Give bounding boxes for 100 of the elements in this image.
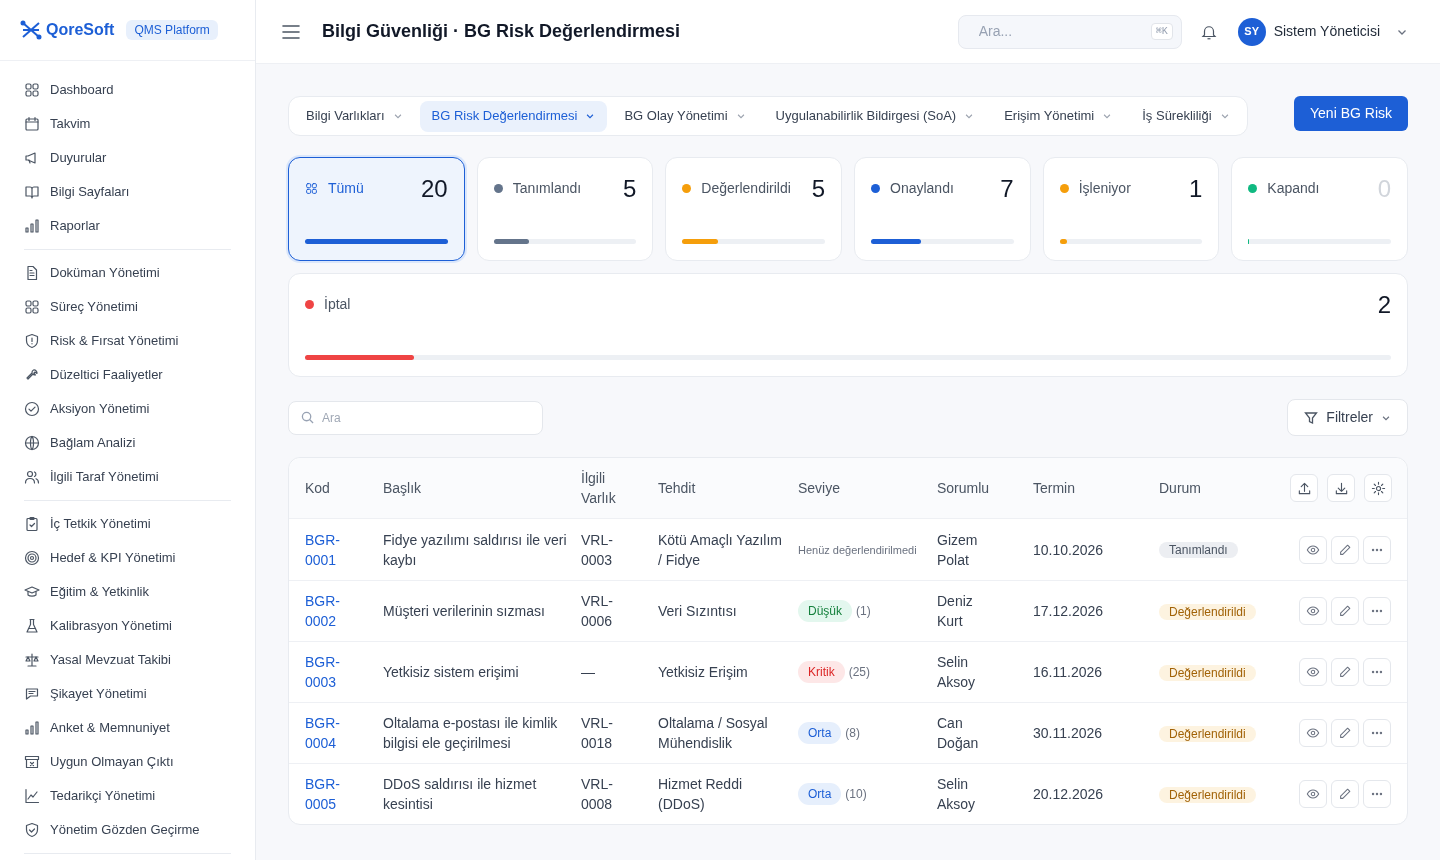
edit-button[interactable] xyxy=(1331,658,1359,686)
chevron-down-icon xyxy=(1102,111,1113,121)
shield-icon xyxy=(24,333,40,349)
edit-button[interactable] xyxy=(1331,719,1359,747)
scale-icon xyxy=(24,652,40,668)
bar-chart-icon xyxy=(24,720,40,736)
sidebar-item[interactable]: Raporlar xyxy=(24,209,231,243)
grid-icon xyxy=(305,182,318,195)
sidebar-item[interactable]: Bilgi Sayfaları xyxy=(24,175,231,209)
table-cell: Yetkisiz sistem erişimi xyxy=(383,664,519,680)
table-cell-text: VRL-0003 xyxy=(581,530,614,570)
table-cell: Oltalama e-postası ile kimlik bilgisi ele geçirilmesi xyxy=(383,715,558,751)
view-button[interactable] xyxy=(1299,597,1327,625)
tab[interactable]: Erişim Yönetimi xyxy=(991,100,1126,132)
sidebar-item[interactable]: Süreç Yönetimi xyxy=(24,290,231,324)
tab[interactable]: BG Olay Yönetimi xyxy=(611,100,759,132)
search-bar[interactable]: Ara xyxy=(288,400,543,435)
table-cell: 17.12.2026 xyxy=(1033,603,1104,619)
status-card[interactable]: İşleniyor 1 xyxy=(1042,157,1220,261)
graduation-cap-icon xyxy=(24,584,40,600)
pencil-icon xyxy=(1338,604,1352,618)
level-score: (1) xyxy=(856,603,871,620)
calendar-icon xyxy=(24,116,40,132)
view-button[interactable] xyxy=(1299,780,1327,808)
edit-button[interactable] xyxy=(1331,535,1359,564)
edit-button[interactable] xyxy=(1331,597,1359,625)
status-card[interactable]: İptal 2 xyxy=(288,273,1408,377)
search-input[interactable]: Ara... xyxy=(978,21,1151,42)
risk-code-link[interactable]: BGR-0002 xyxy=(305,591,347,631)
status-badge: Tanımlandı xyxy=(1159,542,1238,558)
table-cell: Hizmet Reddi (DDoS) xyxy=(658,776,743,812)
upload-icon xyxy=(1296,480,1312,496)
grid-icon xyxy=(24,299,40,315)
view-button[interactable] xyxy=(1299,719,1327,747)
download-button[interactable] xyxy=(1327,474,1355,502)
users-icon xyxy=(24,469,40,485)
flask-icon xyxy=(24,618,40,634)
level-score: (8) xyxy=(845,725,860,742)
level-badge: Orta xyxy=(798,783,842,805)
sidebar-item[interactable]: Risk & Fırsat Yönetimi xyxy=(24,324,231,358)
user-menu[interactable]: SY Sistem Yöneticisi xyxy=(1237,17,1408,46)
sidebar-item[interactable]: Tedarikçi Yönetimi xyxy=(24,779,231,813)
sidebar-item[interactable]: Kalibrasyon Yönetimi xyxy=(24,609,231,643)
status-badge: Değerlendirildi xyxy=(1159,603,1256,620)
sidebar-item[interactable]: Uygun Olmayan Çıktı xyxy=(24,745,231,779)
sidebar-item[interactable]: Duyurular xyxy=(24,141,231,175)
filter-button[interactable]: Filtreler xyxy=(1287,399,1408,436)
sidebar-item[interactable]: Bağlam Analizi xyxy=(24,426,231,460)
risk-code-link[interactable]: BGR-0005 xyxy=(305,774,347,814)
sidebar-item[interactable]: İç Tetkik Yönetimi xyxy=(24,507,231,541)
eye-icon xyxy=(1306,726,1320,740)
logo-icon xyxy=(20,19,42,41)
status-card[interactable]: Onaylandı 7 xyxy=(854,157,1031,261)
column-header: Seviye xyxy=(798,479,841,496)
sidebar-item[interactable]: Şikayet Yönetimi xyxy=(24,677,231,711)
sidebar-item[interactable]: Düzeltici Faaliyetler xyxy=(24,358,231,392)
upload-button[interactable] xyxy=(1290,474,1318,502)
view-button[interactable] xyxy=(1299,535,1327,564)
sidebar-item[interactable]: Yasal Mevzuat Takibi xyxy=(24,643,231,677)
risk-code-link[interactable]: BGR-0003 xyxy=(305,652,347,692)
sidebar-item[interactable]: Doküman Yönetimi xyxy=(24,256,231,290)
level-badge: Orta xyxy=(798,722,842,744)
view-button[interactable] xyxy=(1299,658,1327,686)
table-cell-text: Gizem Polat xyxy=(937,530,979,570)
status-card[interactable]: Tanımlandı 5 xyxy=(476,157,654,261)
bar-chart-icon xyxy=(24,218,40,234)
chevron-down-icon xyxy=(585,111,596,121)
sidebar-item[interactable]: Dashboard xyxy=(24,73,231,107)
risk-code-link[interactable]: BGR-0001 xyxy=(305,529,347,570)
sidebar-item[interactable]: Hedef & KPI Yönetimi xyxy=(24,541,231,575)
status-card[interactable]: Değerlendirildi 5 xyxy=(665,157,842,261)
pencil-icon xyxy=(1338,787,1352,801)
tab[interactable]: Uygulanabilirlik Bildirgesi (SoA) xyxy=(762,100,988,132)
sidebar-item[interactable]: İlgili Taraf Yönetimi xyxy=(24,460,231,494)
status-count: 2 xyxy=(1377,290,1391,320)
search-input[interactable]: Ara xyxy=(322,408,530,427)
sidebar-item[interactable]: Yönetim Gözden Geçirme xyxy=(24,813,231,847)
tab[interactable]: BG Risk Değerlendirmesi xyxy=(419,100,608,132)
new-risk-button[interactable]: Yeni BG Risk xyxy=(1294,96,1408,131)
tab[interactable]: Bilgi Varlıkları xyxy=(293,100,416,132)
sidebar-item[interactable]: Aksiyon Yönetimi xyxy=(24,392,231,426)
level-text: Henüz değerlendirilmedi xyxy=(798,542,917,558)
risk-code-link[interactable]: BGR-0004 xyxy=(305,713,347,753)
eye-icon xyxy=(1306,542,1320,557)
table-cell: 30.11.2026 xyxy=(1033,725,1103,741)
user-name: Sistem Yöneticisi xyxy=(1273,22,1380,41)
table-cell-text: Can Doğan xyxy=(937,714,980,753)
settings-icon xyxy=(1370,480,1386,496)
sidebar-item[interactable]: Anket & Memnuniyet xyxy=(24,711,231,745)
shield-check-icon xyxy=(24,822,40,838)
status-label: Değerlendirildi xyxy=(701,179,791,198)
tab[interactable]: İş Sürekliliği xyxy=(1129,100,1243,132)
chevron-down-icon xyxy=(392,111,403,121)
status-card[interactable]: Tümü 20 xyxy=(288,157,465,261)
status-label: Onaylandı xyxy=(890,179,954,198)
sidebar-item[interactable]: Takvim xyxy=(24,107,231,141)
table-cell: Kötü Amaçlı Yazılım / Fidye xyxy=(658,531,782,568)
edit-button[interactable] xyxy=(1331,780,1359,808)
sidebar-item[interactable]: Eğitim & Yetkinlik xyxy=(24,575,231,609)
settings-button[interactable] xyxy=(1364,474,1392,502)
